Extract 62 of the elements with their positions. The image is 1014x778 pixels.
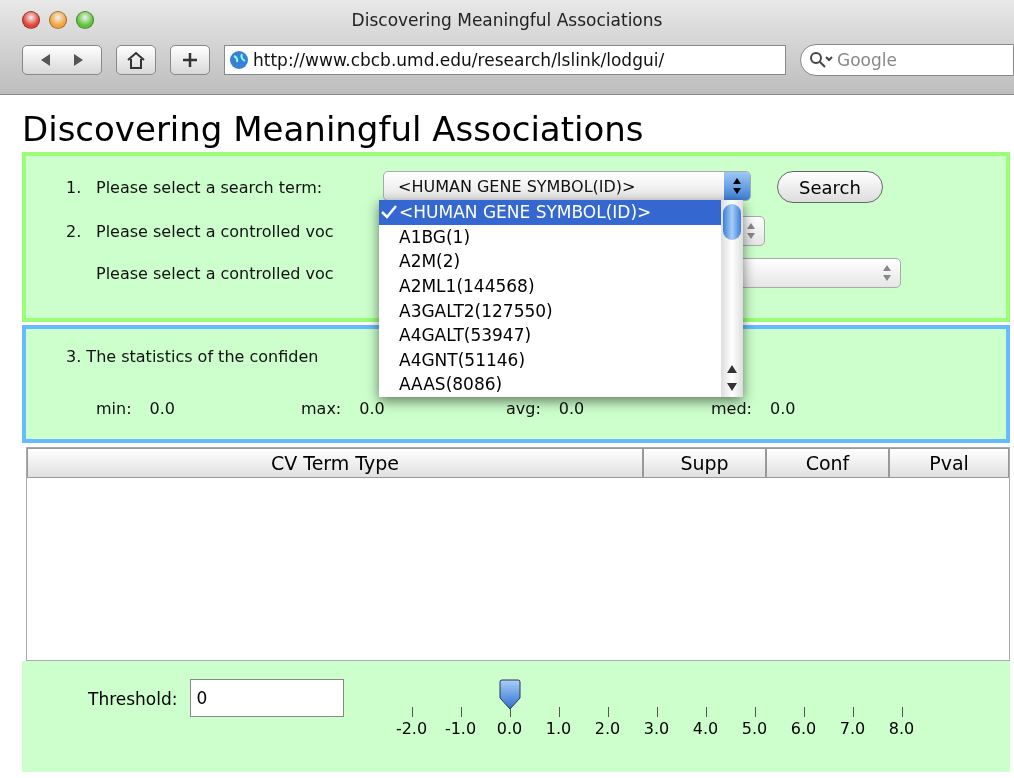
back-forward-button[interactable] [22, 45, 102, 75]
dropdown-option[interactable]: A1BG(1) [379, 224, 721, 250]
column-header[interactable]: CV Term Type [27, 448, 643, 478]
dropdown-option[interactable]: A3GALT2(127550) [379, 298, 721, 323]
scroll-up-icon[interactable] [726, 363, 738, 375]
tick-label: 2.0 [594, 719, 621, 738]
stat-value: 0.0 [359, 399, 385, 418]
stat-label: max: [301, 399, 342, 418]
stat-label: avg: [506, 399, 541, 418]
tick-label: 4.0 [692, 719, 719, 738]
search-button[interactable]: Search [777, 171, 883, 203]
search-icon [809, 51, 833, 69]
page-title: Discovering Meaningful Associations [22, 109, 645, 149]
home-button[interactable] [116, 45, 156, 75]
scroll-thumb[interactable] [723, 204, 741, 240]
dropdown-option[interactable]: AAAS(8086) [379, 372, 721, 397]
dropdown-option[interactable]: <HUMAN GENE SYMBOL(ID)> [379, 200, 721, 225]
column-header[interactable]: Pval [889, 448, 1009, 478]
slider-thumb[interactable] [498, 679, 521, 711]
dropdown-option[interactable]: A4GALT(53947) [379, 322, 721, 348]
tick-label: -2.0 [395, 719, 428, 738]
tick-label: 1.0 [545, 719, 572, 738]
add-bookmark-button[interactable] [170, 45, 210, 75]
house-icon [126, 51, 146, 69]
tick-label: 7.0 [839, 719, 866, 738]
checkmark-icon [379, 204, 399, 221]
updown-arrows-icon [724, 172, 750, 200]
step-number: 1. [66, 177, 83, 197]
stat-label: med: [711, 399, 752, 418]
column-header[interactable]: Supp [643, 448, 766, 478]
tick-label: 0.0 [496, 719, 523, 738]
dropdown-option[interactable]: A4GNT(51146) [379, 347, 721, 373]
tick-label: 6.0 [790, 719, 817, 738]
address-field[interactable]: http://www.cbcb.umd.edu/research/lslink/lodgui/ [224, 45, 786, 75]
scroll-down-icon[interactable] [726, 381, 738, 393]
close-icon[interactable] [22, 11, 40, 29]
tick-label: 3.0 [643, 719, 670, 738]
column-header[interactable]: Conf [766, 448, 889, 478]
scrollbar[interactable] [721, 200, 743, 397]
tick-label: 5.0 [741, 719, 768, 738]
minimize-icon[interactable] [49, 11, 67, 29]
stat-value: 0.0 [149, 399, 175, 418]
dropdown-option[interactable]: A2ML1(144568) [379, 273, 721, 299]
zoom-icon[interactable] [76, 11, 94, 29]
search-field[interactable]: Google [800, 44, 1014, 76]
search-term-select[interactable]: <HUMAN GENE SYMBOL(ID)> [383, 171, 751, 201]
tick-label: 8.0 [888, 719, 915, 738]
window-title: Discovering Meaningful Associations [351, 10, 663, 30]
threshold-label: Threshold: [88, 689, 178, 711]
stat-value: 0.0 [770, 399, 796, 418]
globe-icon [229, 50, 249, 70]
plus-icon [182, 52, 198, 68]
dropdown-option[interactable]: A2M(2) [379, 249, 721, 274]
step-label: Please select a controlled voc [96, 263, 335, 283]
tick-label: -1.0 [444, 719, 477, 738]
stat-value: 0.0 [558, 399, 585, 418]
stat-label: min: [96, 399, 132, 418]
step-label: Please select a controlled voc [96, 221, 335, 241]
statistics-label: 3. The statistics of the confiden [66, 347, 319, 366]
step-number: 2. [66, 221, 83, 241]
step-label: Please select a search term: [96, 177, 324, 197]
threshold-input[interactable]: 0 [189, 679, 344, 717]
